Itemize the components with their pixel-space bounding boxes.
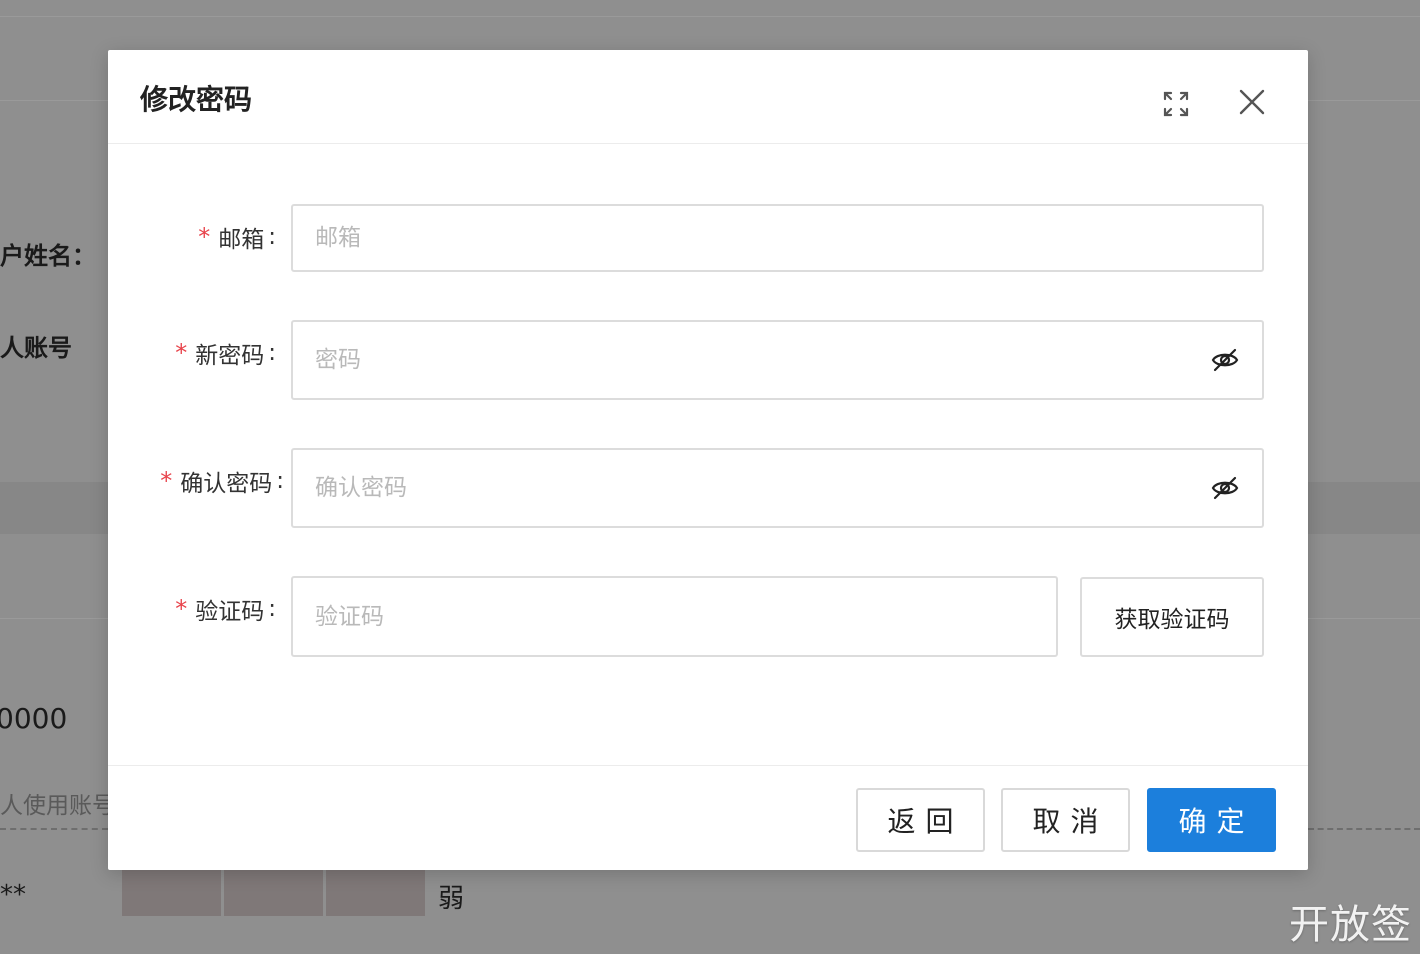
new-password-label: * 新密码 : [175,336,276,370]
code-label: * 验证码 : [175,592,276,626]
confirm-password-field-wrapper [291,448,1264,528]
bg-value-number: 0000 [0,702,68,735]
watermark: 开放签 [1289,902,1412,948]
bg-label-name: 户姓名： [0,242,96,270]
email-field-wrapper [291,204,1264,272]
form-row-email: * 邮箱 : [108,204,1308,272]
maximize-button[interactable] [1158,86,1194,122]
strength-bar-segment [326,870,425,916]
bg-dashed-line [1308,828,1420,830]
required-mark: * [160,467,173,495]
maximize-icon [1163,91,1189,117]
back-button[interactable]: 返回 [856,788,985,852]
form-row-verification-code: * 验证码 : 获取验证码 [108,576,1308,657]
required-mark: * [175,339,188,367]
close-button[interactable] [1234,84,1270,120]
email-field[interactable] [293,206,1262,270]
label-colon: : [276,468,284,494]
email-label-text: 邮箱 [218,227,265,253]
confirm-password-label-text: 确认密码 [180,471,273,497]
dialog-header: 修改密码 [108,50,1308,144]
dialog-footer: 返回 取消 确定 [108,765,1308,870]
required-mark: * [198,223,211,251]
strength-label: 弱 [438,884,465,914]
label-colon: : [268,340,276,366]
form-row-new-password: * 新密码 : [108,320,1308,400]
close-icon [1239,89,1265,115]
dialog-title: 修改密码 [140,83,253,116]
code-field-wrapper [291,576,1058,657]
label-colon: : [268,596,276,622]
strength-bar-segment [224,870,323,916]
confirm-password-label: * 确认密码 : [160,464,284,498]
eye-off-icon[interactable] [1210,345,1240,375]
label-colon: : [268,224,276,250]
bg-masked-value: ** [0,880,26,910]
strength-bar-segment [122,870,221,916]
cancel-button[interactable]: 取消 [1001,788,1130,852]
verification-code-field[interactable] [293,578,1056,655]
confirm-password-field[interactable] [293,450,1262,526]
confirm-button[interactable]: 确定 [1147,788,1276,852]
code-label-text: 验证码 [195,599,265,625]
form-row-confirm-password: * 确认密码 : [108,448,1308,528]
change-password-dialog: 修改密码 * 邮箱 : * 新密码 [108,50,1308,870]
required-mark: * [175,595,188,623]
bg-divider [0,16,1420,17]
bg-hint-text: 人使用账号 [0,793,115,819]
new-password-label-text: 新密码 [195,343,265,369]
email-label: * 邮箱 : [198,220,276,254]
bg-dashed-line [0,828,108,830]
new-password-field-wrapper [291,320,1264,400]
new-password-field[interactable] [293,322,1262,398]
eye-off-icon[interactable] [1210,473,1240,503]
get-code-button[interactable]: 获取验证码 [1080,577,1264,657]
bg-label-account: 人账号 [0,334,72,362]
